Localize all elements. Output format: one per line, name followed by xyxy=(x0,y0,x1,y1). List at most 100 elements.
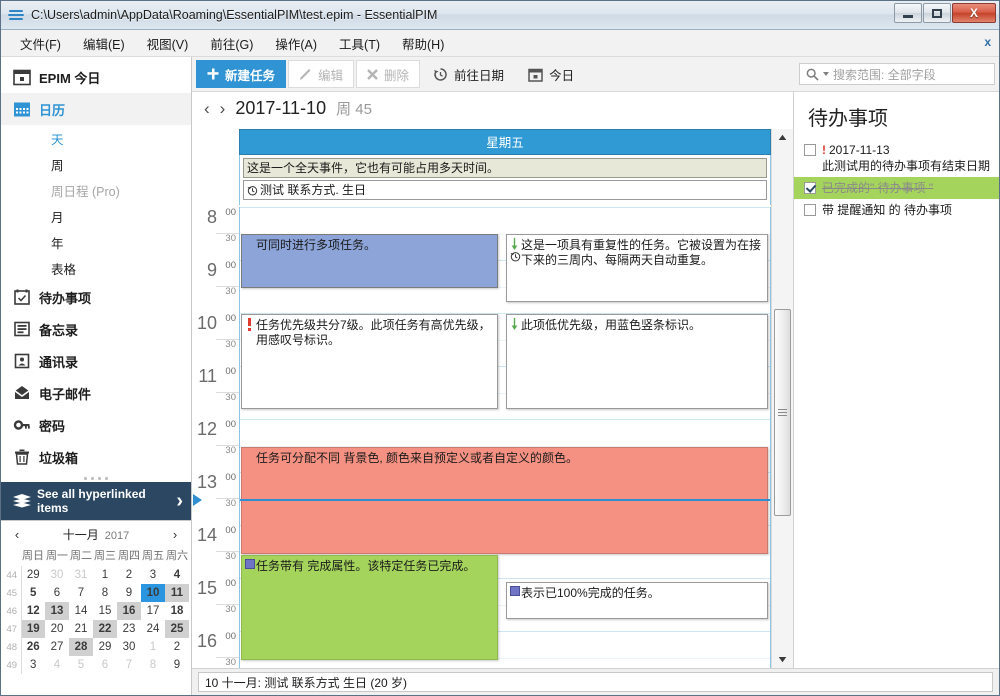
menu-goto[interactable]: 前往(G) xyxy=(199,30,264,57)
mini-calendar-day-cell[interactable]: 2 xyxy=(117,566,141,584)
mini-calendar-day-cell[interactable]: 21 xyxy=(69,620,93,638)
next-day-button[interactable]: › xyxy=(220,99,226,119)
sidebar-subitem-week[interactable]: 周 xyxy=(1,151,191,177)
mini-calendar-day-cell[interactable]: 28 xyxy=(69,638,93,656)
sidebar-item-today[interactable]: EPIM 今日 xyxy=(1,61,191,93)
all-day-event[interactable]: 测试 联系方式. 生日 xyxy=(243,180,767,200)
mini-calendar-day-cell[interactable]: 8 xyxy=(93,584,117,602)
mini-calendar-day-cell[interactable]: 6 xyxy=(93,656,117,674)
mini-calendar-day-cell[interactable]: 4 xyxy=(45,656,69,674)
hour-row: 100030 xyxy=(192,313,239,366)
mini-calendar-day-cell[interactable]: 19 xyxy=(21,620,45,638)
mini-calendar-next-button[interactable]: › xyxy=(167,527,183,542)
mini-calendar-day-cell[interactable]: 5 xyxy=(69,656,93,674)
see-all-hyperlinked-items-button[interactable]: See all hyperlinked items › xyxy=(1,482,191,520)
mini-calendar-day-cell[interactable]: 25 xyxy=(165,620,189,638)
mini-calendar-day-cell[interactable]: 30 xyxy=(117,638,141,656)
mini-calendar-day-cell[interactable]: 9 xyxy=(117,584,141,602)
mini-calendar-prev-button[interactable]: ‹ xyxy=(9,527,25,542)
todo-list-item[interactable]: 带 提醒通知 的 待办事项 xyxy=(794,199,999,221)
mini-calendar-day-cell[interactable]: 10 xyxy=(141,584,165,602)
calendar-vertical-scrollbar[interactable] xyxy=(771,129,793,668)
mini-calendar-day-cell[interactable]: 3 xyxy=(21,656,45,674)
todo-list-item[interactable]: 已完成的" 待办事项 " xyxy=(794,177,999,199)
menu-view[interactable]: 视图(V) xyxy=(136,30,200,57)
mini-calendar-day-cell[interactable]: 16 xyxy=(117,602,141,620)
sidebar-item-trash[interactable]: 垃圾箱 xyxy=(1,441,191,473)
goto-date-button[interactable]: 前往日期 xyxy=(422,60,515,88)
sidebar-item-contacts[interactable]: 通讯录 xyxy=(1,345,191,377)
todo-checkbox[interactable] xyxy=(804,144,816,156)
mini-calendar-day-cell[interactable]: 12 xyxy=(21,602,45,620)
search-input[interactable]: 搜索范围: 全部字段 xyxy=(799,63,995,85)
mini-calendar-day-cell[interactable]: 22 xyxy=(93,620,117,638)
calendar-event[interactable]: 任务优先级共分7级。此项任务有高优先级，用感叹号标识。 xyxy=(241,314,498,409)
calendar-event[interactable]: 可同时进行多项任务。 xyxy=(241,234,498,288)
mini-calendar-day-cell[interactable]: 18 xyxy=(165,602,189,620)
mini-calendar-day-cell[interactable]: 2 xyxy=(165,638,189,656)
mini-calendar-day-cell[interactable]: 23 xyxy=(117,620,141,638)
event-slots[interactable]: 可同时进行多项任务。这是一项具有重复性的任务。它被设置为在接下来的三周内、每隔两… xyxy=(239,207,771,668)
mini-calendar-day-cell[interactable]: 7 xyxy=(69,584,93,602)
mini-calendar-day-cell[interactable]: 8 xyxy=(141,656,165,674)
mini-calendar-day-cell[interactable]: 15 xyxy=(93,602,117,620)
sidebar-subitem-year[interactable]: 年 xyxy=(1,229,191,255)
scroll-up-button[interactable] xyxy=(772,129,793,146)
scrollbar-thumb[interactable] xyxy=(774,309,791,516)
todo-checkbox[interactable] xyxy=(804,182,816,194)
sidebar-resize-grip[interactable] xyxy=(1,474,191,482)
mini-calendar-day-cell[interactable]: 6 xyxy=(45,584,69,602)
mini-calendar-day-cell[interactable]: 24 xyxy=(141,620,165,638)
scroll-down-button[interactable] xyxy=(772,651,793,668)
sidebar-item-mail[interactable]: 电子邮件 xyxy=(1,377,191,409)
today-button[interactable]: 今日 xyxy=(517,60,585,88)
mini-calendar-day-cell[interactable]: 31 xyxy=(69,566,93,584)
todo-list-item[interactable]: !2017-11-13 此测试用的待办事项有结束日期 xyxy=(794,139,999,177)
mini-calendar-day-cell[interactable]: 1 xyxy=(93,566,117,584)
sidebar-item-password[interactable]: 密码 xyxy=(1,409,191,441)
mini-calendar-day-cell[interactable]: 29 xyxy=(21,566,45,584)
todo-checkbox[interactable] xyxy=(804,204,816,216)
mini-calendar-day-cell[interactable]: 11 xyxy=(165,584,189,602)
minimize-button[interactable] xyxy=(894,3,922,23)
mini-calendar-day-cell[interactable]: 27 xyxy=(45,638,69,656)
sidebar-subitem-month[interactable]: 月 xyxy=(1,203,191,229)
calendar-event[interactable]: 任务带有 完成属性。该特定任务已完成。 xyxy=(241,555,498,660)
mini-calendar-day-cell[interactable]: 1 xyxy=(141,638,165,656)
maximize-button[interactable] xyxy=(923,3,951,23)
all-day-events-area[interactable]: 这是一个全天事件，它也有可能占用多天时间。 测试 联系方式. 生日 xyxy=(239,155,771,205)
mini-calendar-day-cell[interactable]: 30 xyxy=(45,566,69,584)
calendar-event[interactable]: 表示已100%完成的任务。 xyxy=(506,582,768,619)
menu-actions[interactable]: 操作(A) xyxy=(264,30,328,57)
menu-tools[interactable]: 工具(T) xyxy=(328,30,391,57)
sidebar-item-todo[interactable]: 待办事项 xyxy=(1,281,191,313)
calendar-event[interactable]: 此项低优先级，用蓝色竖条标识。 xyxy=(506,314,768,409)
mini-calendar-day-cell[interactable]: 26 xyxy=(21,638,45,656)
chevron-right-icon: › xyxy=(176,491,183,511)
mini-calendar-day-cell[interactable]: 17 xyxy=(141,602,165,620)
mini-calendar-day-cell[interactable]: 4 xyxy=(165,566,189,584)
mini-calendar-day-cell[interactable]: 13 xyxy=(45,602,69,620)
prev-day-button[interactable]: ‹ xyxy=(204,99,210,119)
calendar-event[interactable]: 这是一项具有重复性的任务。它被设置为在接下来的三周内、每隔两天自动重复。 xyxy=(506,234,768,302)
mini-calendar-day-cell[interactable]: 29 xyxy=(93,638,117,656)
mini-calendar-day-cell[interactable]: 20 xyxy=(45,620,69,638)
hour-minute-label: 00 xyxy=(225,578,236,589)
menu-edit[interactable]: 编辑(E) xyxy=(72,30,136,57)
sidebar-subitem-table[interactable]: 表格 xyxy=(1,255,191,281)
all-day-event[interactable]: 这是一个全天事件，它也有可能占用多天时间。 xyxy=(243,158,767,178)
mini-calendar-day-cell[interactable]: 7 xyxy=(117,656,141,674)
menu-help[interactable]: 帮助(H) xyxy=(391,30,455,57)
sidebar-subitem-day[interactable]: 天 xyxy=(1,125,191,151)
search-scope-chevron-down-icon[interactable] xyxy=(823,72,829,76)
sidebar-item-calendar[interactable]: 日历 xyxy=(1,93,191,125)
sidebar-item-notes[interactable]: 备忘录 xyxy=(1,313,191,345)
mini-calendar-day-cell[interactable]: 9 xyxy=(165,656,189,674)
menu-close-icon[interactable]: x xyxy=(984,35,991,49)
mini-calendar-day-cell[interactable]: 14 xyxy=(69,602,93,620)
new-task-button[interactable]: 新建任务 xyxy=(196,60,286,88)
menu-file[interactable]: 文件(F) xyxy=(9,30,72,57)
mini-calendar-day-cell[interactable]: 5 xyxy=(21,584,45,602)
close-button[interactable]: X xyxy=(952,3,996,23)
mini-calendar-day-cell[interactable]: 3 xyxy=(141,566,165,584)
